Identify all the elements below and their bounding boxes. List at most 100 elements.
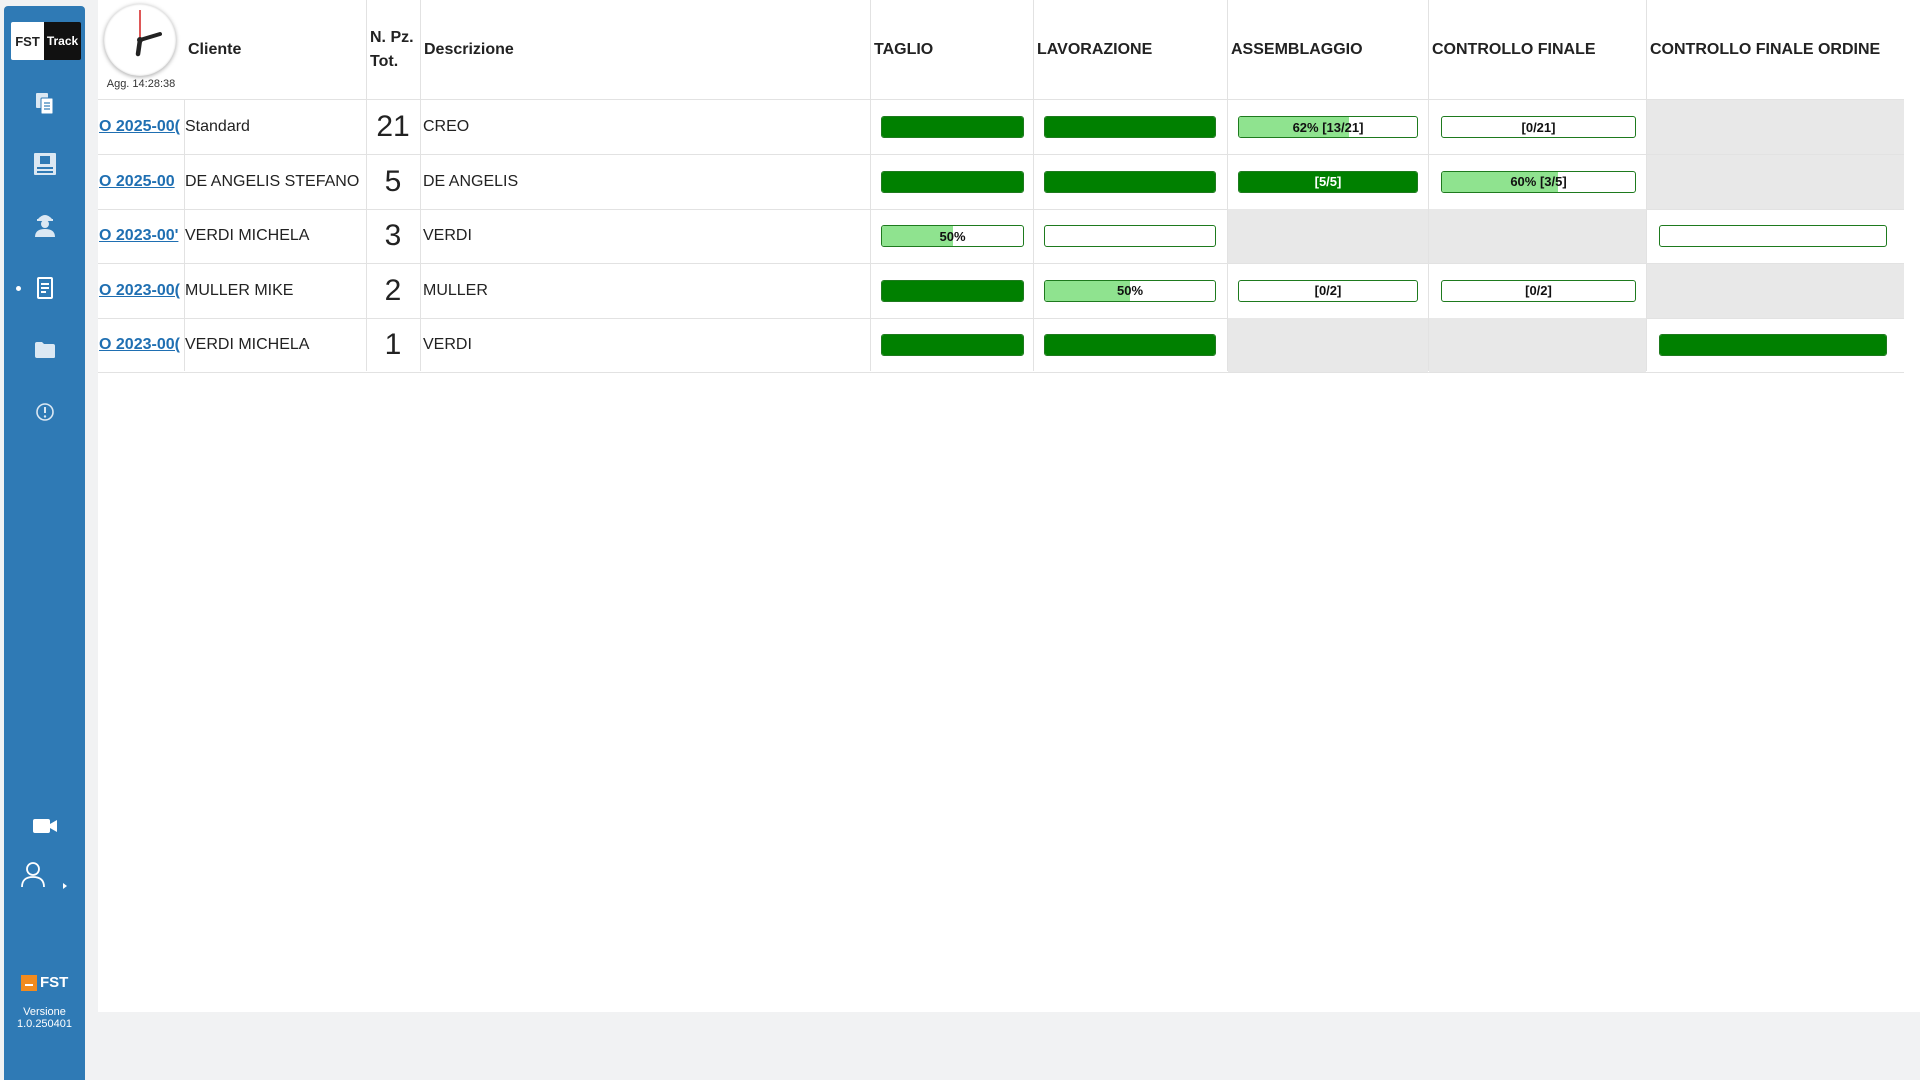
- chevron-right-icon[interactable]: [60, 881, 70, 891]
- assemblaggio-cell: [0/2]: [1228, 264, 1428, 318]
- progress-label: [0/2]: [1314, 283, 1342, 298]
- order-cell: O 2025-00(: [99, 100, 184, 154]
- controllo-finale-ordine-cell: [1647, 263, 1904, 318]
- progress-bar[interactable]: [0/2]: [1441, 279, 1636, 302]
- cliente-cell: Standard: [185, 118, 250, 135]
- table-row[interactable]: O 2023-00(VERDI MICHELA 1 VERDI: [98, 318, 1904, 373]
- controllo-finale-ordine-cell: [1647, 100, 1904, 154]
- progress-label: [1045, 117, 1215, 137]
- table-row[interactable]: O 2023-00' VERDI MICHELA 3 VERDI 50%: [98, 209, 1904, 264]
- order-link[interactable]: O 2025-00: [99, 173, 175, 191]
- documents-icon: [35, 93, 53, 115]
- assemblaggio-cell: 62% [13/21]: [1228, 100, 1428, 154]
- folder-icon: [34, 342, 55, 358]
- fst-track-logo[interactable]: FST Track: [11, 22, 81, 60]
- taglio-cell: [871, 100, 1033, 154]
- header-lavorazione[interactable]: LAVORAZIONE: [1033, 0, 1227, 99]
- descrizione-cell: DE ANGELIS: [423, 172, 519, 190]
- header-cliente[interactable]: Cliente: [184, 0, 366, 99]
- controllo-finale-cell: [0/21]: [1429, 100, 1646, 154]
- progress-bar[interactable]: 60% [3/5]: [1441, 170, 1636, 193]
- active-indicator: [16, 286, 21, 291]
- progress-bar[interactable]: [0/2]: [1238, 279, 1418, 302]
- quantity-cell: 1: [384, 328, 402, 361]
- cliente-cell: MULLER MIKE: [185, 281, 294, 299]
- logo-left-text: FST: [11, 22, 44, 60]
- controllo-finale-cell: 60% [3/5]: [1429, 155, 1646, 209]
- progress-bar[interactable]: 50%: [1044, 279, 1216, 302]
- user-icon: [21, 862, 45, 888]
- progress-label: 50%: [1116, 283, 1144, 298]
- progress-label: [882, 335, 1023, 355]
- progress-label: [1045, 335, 1215, 355]
- order-link[interactable]: O 2023-00(: [99, 282, 180, 300]
- order-cell: O 2023-00(: [99, 264, 184, 318]
- sidebar-item-documents[interactable]: [4, 84, 85, 124]
- sidebar-item-orders[interactable]: [4, 268, 85, 308]
- header-npz[interactable]: N. Pz. Tot.: [366, 0, 420, 99]
- sidebar: FST Track FST Versione 1.0.250401: [4, 6, 85, 1080]
- quantity-cell: 2: [384, 273, 402, 307]
- sidebar-item-folder[interactable]: [4, 330, 85, 370]
- order-cell: O 2023-00': [99, 209, 184, 263]
- controllo-finale-cell: [0/2]: [1429, 264, 1646, 318]
- progress-bar[interactable]: [1044, 334, 1216, 356]
- header-controllo-finale-ordine[interactable]: CONTROLLO FINALE ORDINE: [1646, 0, 1904, 99]
- progress-label: [1660, 335, 1886, 355]
- controllo-finale-cell: [1429, 209, 1646, 263]
- descrizione-cell: CREO: [423, 118, 470, 135]
- progress-bar[interactable]: [1044, 116, 1216, 138]
- worker-icon: [34, 215, 55, 237]
- fst-brand-square-icon: [21, 974, 37, 991]
- progress-label: [1045, 226, 1215, 246]
- lavorazione-cell: 50%: [1034, 264, 1227, 318]
- progress-bar[interactable]: 62% [13/21]: [1238, 116, 1418, 138]
- table-row[interactable]: O 2025-00( Standard 21 CREO 62% [13/21] [0/21…: [98, 100, 1904, 155]
- progress-bar[interactable]: [1659, 334, 1887, 356]
- taglio-cell: [871, 264, 1033, 318]
- progress-label: [0/21]: [1521, 119, 1556, 135]
- warehouse-icon: [33, 153, 56, 175]
- quantity-cell: 3: [384, 219, 402, 252]
- table-row[interactable]: O 2023-00( MULLER MIKE 2 MULLER 50% [0/2] [0/2…: [98, 263, 1904, 319]
- table-row[interactable]: O 2025-00 DE ANGELIS STEFANO 5 DE ANGELIS [5…: [98, 154, 1904, 210]
- quantity-cell: 21: [376, 110, 410, 143]
- order-link[interactable]: O 2023-00': [99, 227, 178, 245]
- progress-bar[interactable]: [1659, 225, 1887, 247]
- quantity-cell: 5: [384, 164, 402, 198]
- order-link[interactable]: O 2025-00(: [99, 118, 180, 136]
- progress-bar[interactable]: [881, 170, 1024, 193]
- sidebar-item-workers[interactable]: [4, 204, 85, 244]
- taglio-cell: [871, 318, 1033, 372]
- order-link[interactable]: O 2023-00(: [99, 336, 180, 354]
- controllo-finale-ordine-cell: [1647, 154, 1904, 209]
- progress-bar[interactable]: [0/21]: [1441, 116, 1636, 138]
- progress-bar[interactable]: 50%: [881, 225, 1024, 247]
- progress-bar[interactable]: [881, 279, 1024, 302]
- orders-panel: Agg. 14:28:38 Cliente N. Pz. Tot. Descri…: [98, 0, 1920, 1012]
- lavorazione-cell: [1034, 155, 1227, 209]
- sidebar-item-alerts[interactable]: [4, 392, 85, 432]
- progress-bar[interactable]: [1044, 225, 1216, 247]
- progress-bar[interactable]: [881, 116, 1024, 138]
- sidebar-item-video[interactable]: [4, 806, 85, 846]
- header-controllo-finale[interactable]: CONTROLLO FINALE: [1428, 0, 1646, 99]
- cliente-cell: VERDI MICHELA: [185, 336, 310, 353]
- header-assemblaggio[interactable]: ASSEMBLAGGIO: [1227, 0, 1428, 99]
- progress-bar[interactable]: [881, 334, 1024, 356]
- controllo-finale-cell: [1429, 318, 1646, 372]
- assemblaggio-cell: [1228, 318, 1428, 372]
- list-icon: [36, 277, 53, 299]
- progress-bar[interactable]: [1044, 170, 1216, 193]
- order-cell: O 2023-00(: [99, 318, 184, 372]
- descrizione-cell: MULLER: [423, 281, 488, 299]
- sidebar-item-user[interactable]: [4, 854, 85, 894]
- header-taglio[interactable]: TAGLIO: [870, 0, 1033, 99]
- assemblaggio-cell: [5/5]: [1228, 155, 1428, 209]
- taglio-cell: 50%: [871, 209, 1033, 263]
- header-descrizione[interactable]: Descrizione: [420, 0, 870, 99]
- progress-label: 60% [3/5]: [1510, 174, 1567, 189]
- sidebar-item-warehouse[interactable]: [4, 144, 85, 184]
- cliente-cell: DE ANGELIS STEFANO: [185, 172, 360, 190]
- progress-bar[interactable]: [5/5]: [1238, 170, 1418, 193]
